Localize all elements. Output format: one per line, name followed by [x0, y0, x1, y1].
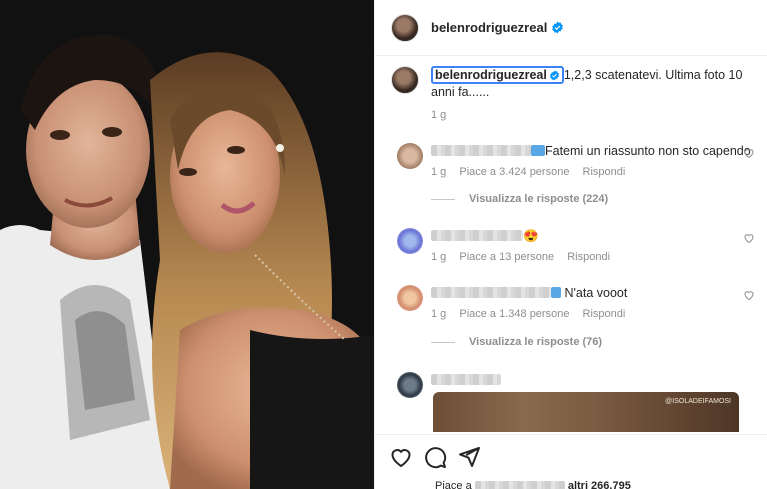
comment-text: 😍 [523, 229, 539, 243]
comment-embedded-image[interactable]: @ISOLADEIFAMOSI [433, 392, 739, 432]
comment-likes[interactable]: Piace a 1.348 persone [459, 308, 569, 320]
reply-button[interactable]: Rispondi [567, 251, 610, 263]
post-actions-bar: Piace a altri 266.795 [375, 434, 767, 489]
commenter-avatar[interactable] [397, 228, 423, 254]
comment-item: 😍 1 g Piace a 13 persone Rispondi [391, 228, 761, 263]
comment-item: Fatemi un riassunto non sto capendo 1 g … [391, 143, 761, 178]
comment-time: 1 g [431, 166, 447, 178]
comment-body [431, 372, 761, 388]
likes-prefix: Piace a [435, 480, 472, 489]
comment-meta: 1 g Piace a 3.424 persone Rispondi [431, 166, 761, 178]
commenter-username-redacted[interactable] [431, 287, 551, 298]
like-comment-heart-icon[interactable] [743, 289, 755, 301]
redacted-emoji [531, 145, 545, 156]
commenter-username-redacted[interactable] [431, 145, 531, 156]
comment-item [391, 372, 761, 398]
redacted-emoji [551, 287, 561, 298]
comment-time: 1 g [431, 308, 447, 320]
author-username[interactable]: belenrodriguezreal [431, 20, 547, 35]
caption-avatar[interactable] [391, 66, 419, 94]
verified-badge-icon [549, 70, 559, 81]
view-replies-link[interactable]: Visualizza le risposte (76) [431, 336, 602, 348]
comment-likes[interactable]: Piace a 13 persone [459, 251, 554, 263]
like-comment-heart-icon[interactable] [743, 147, 755, 159]
comment-time: 1 g [431, 251, 447, 263]
view-replies-label: Visualizza le risposte (76) [469, 336, 603, 348]
caption-time: 1 g [431, 109, 447, 121]
comment-body: Fatemi un riassunto non sto capendo [431, 143, 761, 159]
caption-username[interactable]: belenrodriguezreal [431, 66, 564, 84]
embed-watermark: @ISOLADEIFAMOSI [665, 398, 731, 405]
reply-button[interactable]: Rispondi [583, 308, 626, 320]
comment-bubble-icon[interactable] [423, 445, 447, 469]
author-avatar[interactable] [391, 13, 419, 42]
likes-others[interactable]: altri 266.795 [568, 480, 631, 489]
replies-divider [431, 198, 455, 200]
comment-likes[interactable]: Piace a 3.424 persone [459, 166, 569, 178]
view-replies-link[interactable]: Visualizza le risposte (224) [431, 193, 608, 205]
post-image [0, 0, 374, 489]
liker-username-redacted[interactable] [474, 481, 565, 489]
comment-text: N'ata vooot [564, 286, 628, 300]
caption-text: belenrodriguezreal 1,2,3 scatenatevi. Ult… [431, 66, 761, 101]
comment-item: N'ata vooot 1 g Piace a 1.348 persone Ri… [391, 285, 761, 320]
post-caption: belenrodriguezreal 1,2,3 scatenatevi. Ult… [391, 66, 761, 121]
view-replies-label: Visualizza le risposte (224) [469, 193, 609, 205]
post-photo[interactable] [0, 0, 374, 489]
like-comment-heart-icon[interactable] [743, 232, 755, 244]
comment-body: N'ata vooot [431, 285, 761, 301]
post-header: belenrodriguezreal [375, 0, 767, 56]
comment-body: 😍 [431, 228, 761, 244]
likes-summary[interactable]: Piace a altri 266.795 [435, 480, 631, 489]
commenter-username-redacted[interactable] [431, 230, 523, 241]
caption-meta: 1 g [431, 109, 761, 121]
heart-outline-icon[interactable] [389, 445, 413, 469]
comment-meta: 1 g Piace a 13 persone Rispondi [431, 251, 761, 263]
comments-panel: belenrodriguezreal belenrodriguezreal 1,2… [374, 0, 767, 489]
verified-badge-icon [552, 21, 564, 34]
commenter-avatar[interactable] [397, 285, 423, 311]
comment-meta: 1 g Piace a 1.348 persone Rispondi [431, 308, 761, 320]
commenter-avatar[interactable] [397, 372, 423, 398]
replies-divider [431, 341, 455, 343]
reply-button[interactable]: Rispondi [583, 166, 626, 178]
commenter-username-redacted[interactable] [431, 374, 501, 385]
commenter-avatar[interactable] [397, 143, 423, 169]
share-paper-plane-icon[interactable] [457, 445, 481, 469]
comment-text: Fatemi un riassunto non sto capendo [545, 144, 751, 158]
